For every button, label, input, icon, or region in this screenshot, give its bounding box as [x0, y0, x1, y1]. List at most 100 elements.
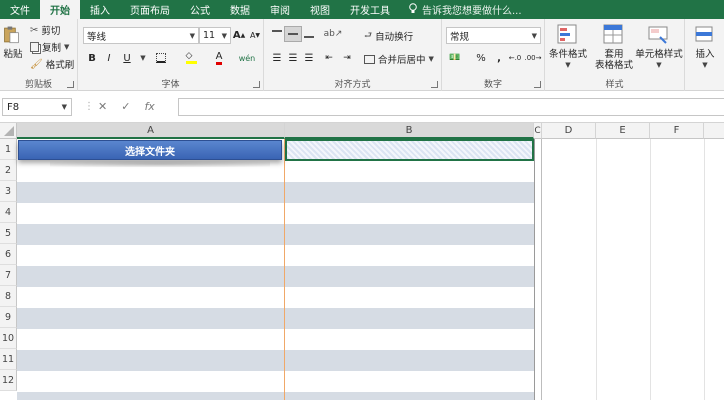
font-name-select[interactable]: 等线 ▼: [83, 27, 199, 44]
tab-page-layout[interactable]: 页面布局: [120, 0, 180, 19]
chevron-down-icon[interactable]: ▼: [62, 103, 67, 111]
row-header[interactable]: 8: [0, 286, 17, 307]
decrease-decimal-button[interactable]: .00→: [524, 50, 542, 66]
row-header[interactable]: 7: [0, 265, 17, 286]
table-row[interactable]: [17, 203, 534, 224]
insert-function-icon[interactable]: fx: [144, 100, 154, 113]
column-header-a[interactable]: A: [17, 123, 285, 139]
table-row[interactable]: [17, 287, 534, 308]
table-row[interactable]: [17, 371, 534, 392]
tab-data[interactable]: 数据: [220, 0, 260, 19]
align-right-button[interactable]: ☰: [300, 50, 318, 66]
currency-icon: 💵: [449, 53, 461, 63]
worksheet-grid[interactable]: A B C D E F 1 2 3 4 5 6 7 8 9 10 11 12 选…: [0, 123, 724, 400]
conditional-formatting-button[interactable]: 条件格式 ▼: [548, 23, 588, 71]
tab-file[interactable]: 文件: [0, 0, 40, 19]
column-header-e[interactable]: E: [596, 123, 650, 139]
table-row[interactable]: [17, 224, 534, 245]
font-size-select[interactable]: 11 ▼: [199, 27, 231, 44]
column-header-f[interactable]: F: [650, 123, 704, 139]
borders-button[interactable]: [152, 50, 170, 66]
accounting-format-button[interactable]: 💵: [446, 50, 464, 66]
dialog-launcher-icon[interactable]: [253, 81, 260, 88]
formula-input[interactable]: [178, 98, 724, 116]
name-box-value: F8: [7, 101, 20, 113]
format-painter-button[interactable]: 🖌 格式刷: [30, 57, 74, 72]
column-header-c[interactable]: C: [534, 123, 542, 139]
dialog-launcher-icon[interactable]: [534, 81, 541, 88]
group-number: 常规 ▼ 💵 % , ←.0 .00→ 数字: [442, 19, 545, 91]
wrap-text-icon: ⮐: [364, 31, 373, 41]
cancel-icon[interactable]: ✕: [98, 100, 107, 113]
row-header[interactable]: 5: [0, 223, 17, 244]
select-folder-button[interactable]: 选择文件夹: [18, 140, 282, 160]
row-header[interactable]: 2: [0, 160, 17, 181]
chevron-down-icon: ▼: [702, 61, 708, 69]
column-header-d[interactable]: D: [542, 123, 596, 139]
shrink-font-button[interactable]: A ▼: [246, 27, 264, 43]
row-header[interactable]: 10: [0, 328, 17, 349]
chevron-down-icon[interactable]: ▼: [64, 43, 69, 51]
table-row[interactable]: [17, 308, 534, 329]
tab-home[interactable]: 开始: [40, 0, 80, 19]
dialog-launcher-icon[interactable]: [431, 81, 438, 88]
tab-review[interactable]: 审阅: [260, 0, 300, 19]
insert-cells-button[interactable]: 插入 ▼: [689, 23, 721, 71]
group-styles: 条件格式 ▼ 套用 表格格式 单元格样式 ▼ 样式: [545, 19, 685, 91]
row-header[interactable]: 1: [0, 139, 17, 160]
underline-dropdown[interactable]: ▼: [134, 50, 152, 66]
increase-indent-button[interactable]: ⇥: [338, 50, 356, 66]
row-header[interactable]: 11: [0, 349, 17, 370]
increase-decimal-button[interactable]: ←.0: [506, 50, 524, 66]
format-as-table-button[interactable]: 套用 表格格式: [595, 23, 633, 71]
formula-bar-grip-icon[interactable]: ⋮: [84, 101, 94, 112]
tab-developer[interactable]: 开发工具: [340, 0, 400, 19]
chevron-down-icon[interactable]: ▼: [429, 55, 434, 63]
name-box[interactable]: F8 ▼: [2, 98, 72, 116]
cell-styles-button[interactable]: 单元格样式 ▼: [633, 23, 685, 71]
align-middle-icon: [288, 33, 298, 35]
tell-me-box[interactable]: 告诉我您想要做什么...: [400, 0, 522, 19]
wrap-text-button[interactable]: ⮐ 自动换行: [364, 28, 413, 44]
row-header[interactable]: 6: [0, 244, 17, 265]
clipboard-icon: [4, 26, 19, 44]
selected-cell-b1[interactable]: [285, 139, 534, 161]
font-color-button[interactable]: A: [210, 50, 228, 66]
italic-button[interactable]: I: [100, 50, 118, 66]
table-row[interactable]: [17, 182, 534, 203]
tab-insert[interactable]: 插入: [80, 0, 120, 19]
paste-button[interactable]: 粘贴: [2, 23, 24, 60]
decrease-indent-button[interactable]: ⇤: [320, 50, 338, 66]
enter-icon[interactable]: ✓: [121, 100, 130, 113]
table-row[interactable]: [17, 245, 534, 266]
bold-button[interactable]: B: [83, 50, 101, 66]
table-row[interactable]: [17, 266, 534, 287]
chevron-down-icon: ▼: [140, 54, 146, 62]
column-header-next[interactable]: [704, 123, 724, 139]
row-header[interactable]: 9: [0, 307, 17, 328]
orientation-button[interactable]: ab↗: [324, 26, 343, 42]
phonetic-button[interactable]: wén: [238, 50, 256, 66]
tab-formulas[interactable]: 公式: [180, 0, 220, 19]
tab-view[interactable]: 视图: [300, 0, 340, 19]
dialog-launcher-icon[interactable]: [67, 81, 74, 88]
row-header[interactable]: 4: [0, 202, 17, 223]
column-header-b[interactable]: B: [285, 123, 534, 139]
select-all-triangle-icon: [4, 126, 14, 136]
page-break-line: [284, 139, 285, 400]
merge-center-button[interactable]: 合并后居中 ▼: [364, 52, 434, 66]
group-font: 等线 ▼ 11 ▼ A ▲ A ▼ B I U ▼ ◇ A wén 字体: [78, 19, 264, 91]
group-label-font: 字体: [161, 80, 180, 90]
cut-button[interactable]: ✂ 剪切: [30, 23, 60, 38]
table-row[interactable]: [17, 350, 534, 371]
percent-button[interactable]: %: [472, 50, 490, 66]
table-row[interactable]: [17, 329, 534, 350]
table-row[interactable]: [17, 392, 534, 400]
align-bottom-button[interactable]: [300, 26, 318, 42]
fill-color-button[interactable]: ◇: [182, 50, 200, 66]
row-header[interactable]: 3: [0, 181, 17, 202]
row-header[interactable]: 12: [0, 370, 17, 391]
select-all-corner[interactable]: [0, 123, 17, 139]
copy-button[interactable]: 复制 ▼: [30, 40, 69, 54]
number-format-select[interactable]: 常规 ▼: [446, 27, 541, 44]
